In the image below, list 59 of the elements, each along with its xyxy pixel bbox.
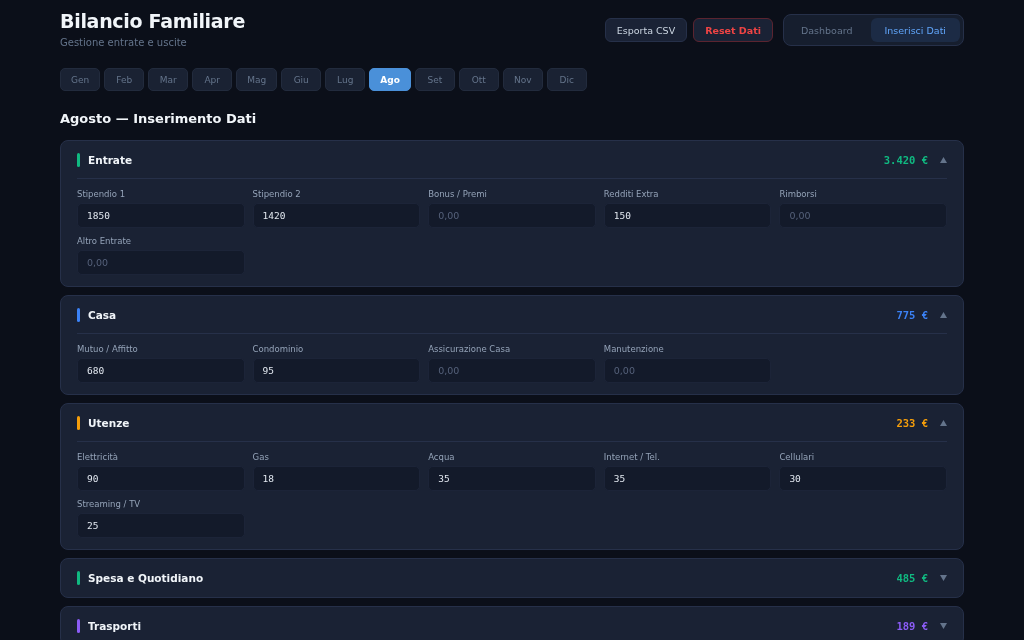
amount-field[interactable]: 35 — [603, 466, 772, 491]
amount-field[interactable]: 35 — [428, 466, 596, 491]
amount-field[interactable]: 0,00 — [779, 203, 947, 228]
field-label: Internet / Tel. — [603, 452, 661, 462]
expand-icon[interactable] — [940, 575, 947, 581]
amount-field[interactable]: 25 — [77, 513, 245, 538]
amount-field[interactable]: 1420 — [252, 203, 421, 228]
amount-field[interactable]: 0,00 — [428, 358, 596, 383]
field-label: Acqua — [428, 452, 456, 462]
field-label: Elettricità — [77, 452, 120, 462]
field-label: Stipendio 1 — [77, 189, 127, 199]
collapse-icon[interactable] — [940, 311, 947, 318]
field-label: Mutuo / Affitto — [77, 344, 139, 354]
app-title: Bilancio Familiare — [60, 10, 245, 32]
category-name: Entrate — [88, 153, 134, 166]
category-name: Casa — [88, 308, 118, 321]
collapse-icon[interactable] — [940, 419, 947, 426]
view-tab[interactable]: Dashboard — [786, 18, 867, 42]
field-label: Altro Entrate — [77, 236, 133, 246]
category-total: 3.420 € — [883, 153, 928, 166]
field-label: Streaming / TV — [77, 499, 142, 509]
amount-field[interactable]: 30 — [779, 466, 947, 491]
collapse-icon[interactable] — [940, 156, 947, 163]
section-title: Agosto — Inserimento Dati — [60, 111, 258, 126]
amount-field[interactable]: 90 — [77, 466, 245, 491]
field-label: Assicurazione Casa — [428, 344, 512, 354]
category-header[interactable]: Trasporti 189 € — [77, 607, 947, 640]
expand-icon[interactable] — [940, 623, 947, 629]
app-subtitle: Gestione entrate e uscite — [60, 37, 188, 48]
category-total: 189 € — [896, 620, 928, 632]
view-tab[interactable]: Inserisci Dati — [870, 18, 960, 42]
category-name: Spesa e Quotidiano — [88, 572, 205, 584]
field-label: Condominio — [252, 344, 305, 354]
field-label: Gas — [252, 452, 270, 462]
category-total: 233 € — [896, 416, 928, 429]
category-header[interactable]: Utenze 233 € — [77, 404, 947, 442]
amount-field[interactable]: 0,00 — [77, 250, 245, 275]
field-label: Manutenzione — [603, 344, 665, 354]
category-header[interactable]: Casa 775 € — [77, 296, 947, 334]
amount-field[interactable]: 150 — [603, 203, 772, 228]
amount-field[interactable]: 0,00 — [603, 358, 772, 383]
export-button[interactable]: Esporta CSV — [604, 18, 688, 42]
field-label: Bonus / Premi — [428, 189, 488, 199]
amount-field[interactable]: 95 — [252, 358, 421, 383]
field-label: Rimborsi — [779, 189, 818, 199]
category-header[interactable]: Entrate 3.420 € — [77, 141, 947, 179]
field-label: Stipendio 2 — [252, 189, 302, 199]
reset-button[interactable]: Reset Dati — [693, 18, 773, 42]
amount-field[interactable]: 1850 — [77, 203, 245, 228]
category-total: 485 € — [896, 572, 928, 584]
amount-field[interactable]: 18 — [252, 466, 421, 491]
amount-field[interactable]: 680 — [77, 358, 245, 383]
category-name: Trasporti — [88, 620, 143, 632]
field-label: Redditi Extra — [603, 189, 660, 199]
category-name: Utenze — [88, 416, 131, 429]
field-label: Cellulari — [779, 452, 816, 462]
category-header[interactable]: Spesa e Quotidiano 485 € — [77, 559, 947, 597]
amount-field[interactable]: 0,00 — [428, 203, 596, 228]
category-total: 775 € — [896, 308, 928, 321]
